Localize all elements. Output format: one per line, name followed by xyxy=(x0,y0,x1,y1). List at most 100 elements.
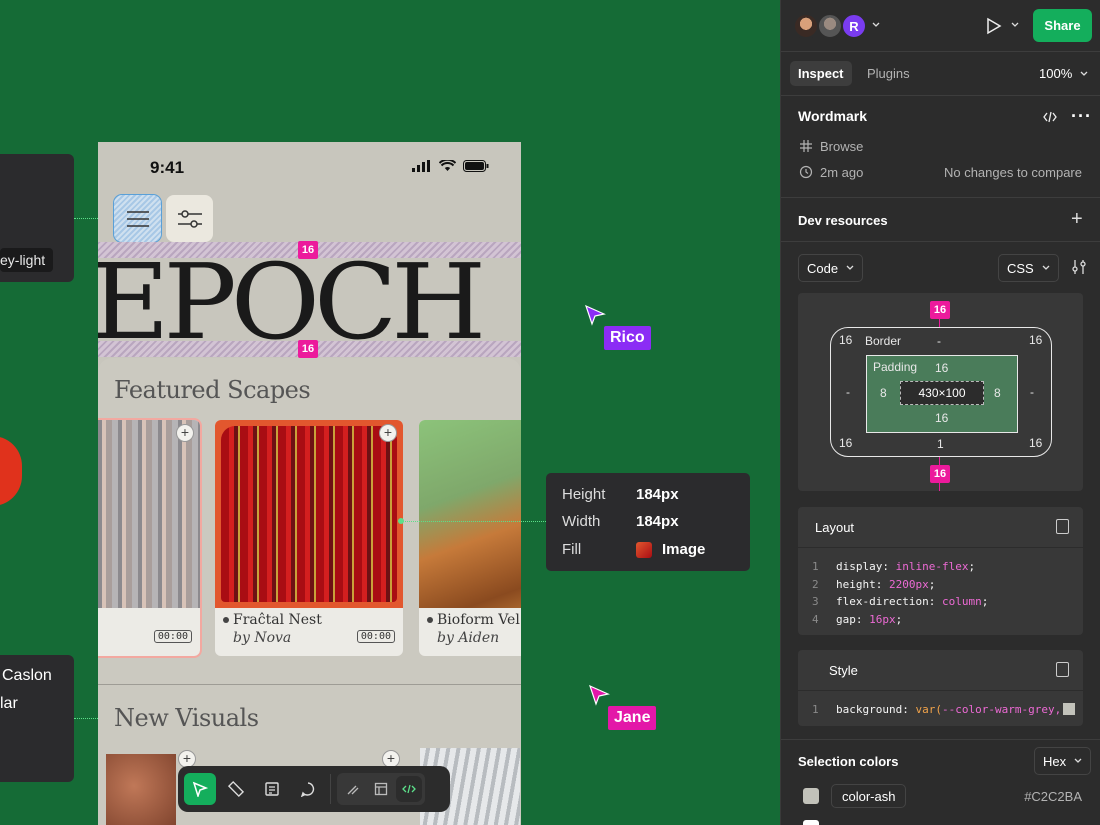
card-art-1 xyxy=(98,420,200,608)
code-select[interactable]: Code xyxy=(798,254,864,282)
padding-left: 8 xyxy=(880,386,887,400)
variable-card-top: ey-light xyxy=(0,154,74,282)
code-line: 2 height: 2200px; xyxy=(812,578,936,591)
cursor-icon xyxy=(585,304,606,326)
fill-value: Image xyxy=(662,541,706,558)
layout-code-card: Layout 1 display: inline-flex; 2 height: 2… xyxy=(798,507,1083,635)
settings-sliders-icon[interactable] xyxy=(1071,259,1087,275)
copy-icon[interactable] xyxy=(1056,519,1069,534)
padding-label: Padding xyxy=(873,360,918,374)
add-icon[interactable]: + xyxy=(379,424,397,442)
width-value: 184px xyxy=(636,513,679,530)
color-swatch xyxy=(803,820,819,825)
move-tool[interactable] xyxy=(184,773,216,805)
font-name-line2: lar xyxy=(0,695,18,712)
border-radius-tl: 16 xyxy=(839,333,853,347)
avatar[interactable]: R xyxy=(841,13,867,39)
variable-chip: ey-light xyxy=(0,248,54,272)
card-3[interactable]: Bioform Vel by Aiden xyxy=(419,420,521,656)
padding-bottom: 16 xyxy=(935,411,949,425)
code-line: 1 background: var(--color-warm-grey, xyxy=(812,703,1062,716)
card-author: by Aiden xyxy=(437,630,500,646)
add-resource-icon[interactable]: + xyxy=(1071,208,1083,231)
color-format-select[interactable]: Hex xyxy=(1034,747,1092,775)
border-right: - xyxy=(1030,385,1034,399)
menu-button[interactable] xyxy=(113,194,162,243)
padding-right: 8 xyxy=(994,386,1001,400)
color-token[interactable]: color-ash xyxy=(831,784,907,808)
visual-thumb-1[interactable] xyxy=(106,754,176,825)
border-radius-br: 16 xyxy=(1029,436,1043,450)
selection-colors-title: Selection colors xyxy=(798,754,899,769)
border-radius-tr: 16 xyxy=(1029,333,1043,347)
card-2[interactable]: + Fraĉtal Nest by Nova 00:00 xyxy=(215,420,403,656)
copy-icon[interactable] xyxy=(1056,662,1069,677)
layout-title: Layout xyxy=(815,520,855,535)
section-title-new: New Visuals xyxy=(114,704,259,732)
hamburger-icon xyxy=(126,210,149,227)
phone-frame[interactable]: 9:41 EPOCH 16 16 Featured Scapes + 00:00… xyxy=(98,142,521,825)
font-name-line1: Caslon xyxy=(2,667,52,684)
more-options-icon[interactable]: ··· xyxy=(1071,106,1092,127)
margin-top-badge: 16 xyxy=(930,301,950,319)
cursor-label-rico: Rico xyxy=(604,326,651,350)
avatar[interactable] xyxy=(817,13,843,39)
chevron-down-icon xyxy=(1074,758,1082,763)
annotate-tool[interactable] xyxy=(256,773,288,805)
content-size: 430×100 xyxy=(900,381,984,405)
guide-dot xyxy=(398,518,404,524)
zoom-level[interactable]: 100% xyxy=(1039,66,1088,81)
sliders-icon xyxy=(177,209,202,228)
section-divider xyxy=(98,684,521,685)
layout-icon xyxy=(374,782,388,796)
signal-icon xyxy=(412,160,430,172)
tab-inspect[interactable]: Inspect xyxy=(790,61,852,86)
style-code-card: Style 1 background: var(--color-warm-grey… xyxy=(798,650,1083,726)
add-icon[interactable]: + xyxy=(176,424,194,442)
comment-icon xyxy=(300,782,315,797)
wifi-icon xyxy=(439,160,456,171)
component-name[interactable]: Browse xyxy=(820,139,863,154)
component-grid-icon xyxy=(800,140,812,152)
design-mode-button[interactable] xyxy=(368,776,394,802)
avatar[interactable] xyxy=(793,13,819,39)
share-button[interactable]: Share xyxy=(1033,9,1092,42)
draw-mode-button[interactable] xyxy=(340,776,366,802)
pen-icon xyxy=(347,785,359,795)
chevron-down-icon[interactable] xyxy=(872,22,880,28)
edited-time: 2m ago xyxy=(820,165,864,180)
width-label: Width xyxy=(562,513,601,530)
wordmark-epoch[interactable]: EPOCH xyxy=(98,250,486,354)
inspect-panel: R Share Inspect Plugins 100% Wordmark ··… xyxy=(780,0,1100,825)
cursor-arrow-icon xyxy=(192,781,208,797)
border-radius-bl: 16 xyxy=(839,436,853,450)
play-icon[interactable] xyxy=(986,17,1002,35)
history-icon xyxy=(799,165,813,179)
chevron-down-icon[interactable] xyxy=(1011,22,1019,28)
cursor-icon xyxy=(589,684,610,706)
language-select[interactable]: CSS xyxy=(998,254,1059,282)
cursor-label-jane: Jane xyxy=(608,706,657,730)
chevron-down-icon xyxy=(1080,71,1088,76)
guide-line xyxy=(402,521,546,522)
card-art-2 xyxy=(215,420,403,608)
border-left: - xyxy=(846,385,850,399)
measure-tool[interactable] xyxy=(220,773,252,805)
border-top: - xyxy=(937,334,941,348)
annotation-icon xyxy=(265,782,279,796)
dev-mode-button[interactable] xyxy=(396,776,422,802)
filter-button[interactable] xyxy=(166,195,213,242)
spacing-badge-bottom: 16 xyxy=(298,340,318,358)
comment-tool[interactable] xyxy=(292,773,324,805)
chevron-down-icon xyxy=(846,265,854,270)
color-hex: #C2C2BA xyxy=(1024,789,1082,804)
tab-plugins[interactable]: Plugins xyxy=(859,61,918,86)
margin-bottom-badge: 16 xyxy=(930,465,950,483)
fill-label: Fill xyxy=(562,541,582,558)
box-model-diagram: 16 Border - 16 16 - - 16 1 16 Padding 16… xyxy=(798,293,1083,491)
card-title: Bioform Vel xyxy=(427,612,520,628)
code-icon[interactable] xyxy=(1043,111,1057,123)
card-duration: 00:00 xyxy=(153,630,192,643)
dev-toolbar xyxy=(178,766,450,812)
card-1[interactable]: + 00:00 xyxy=(98,418,202,658)
